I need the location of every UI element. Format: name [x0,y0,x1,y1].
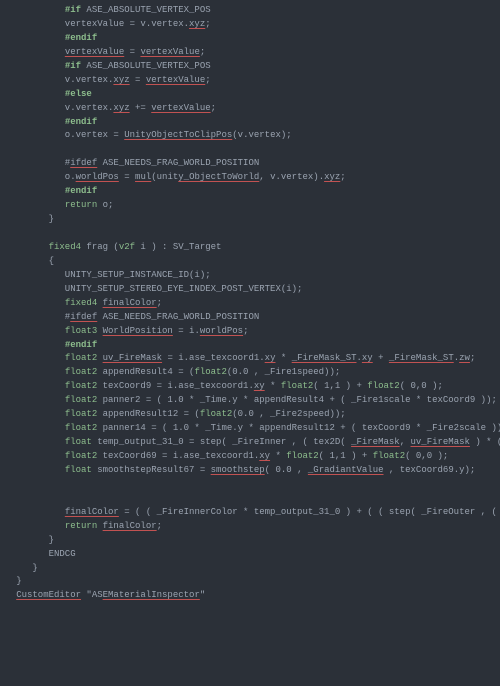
code-block: #if ASE_ABSOLUTE_VERTEX_POS vertexValue … [0,0,500,607]
